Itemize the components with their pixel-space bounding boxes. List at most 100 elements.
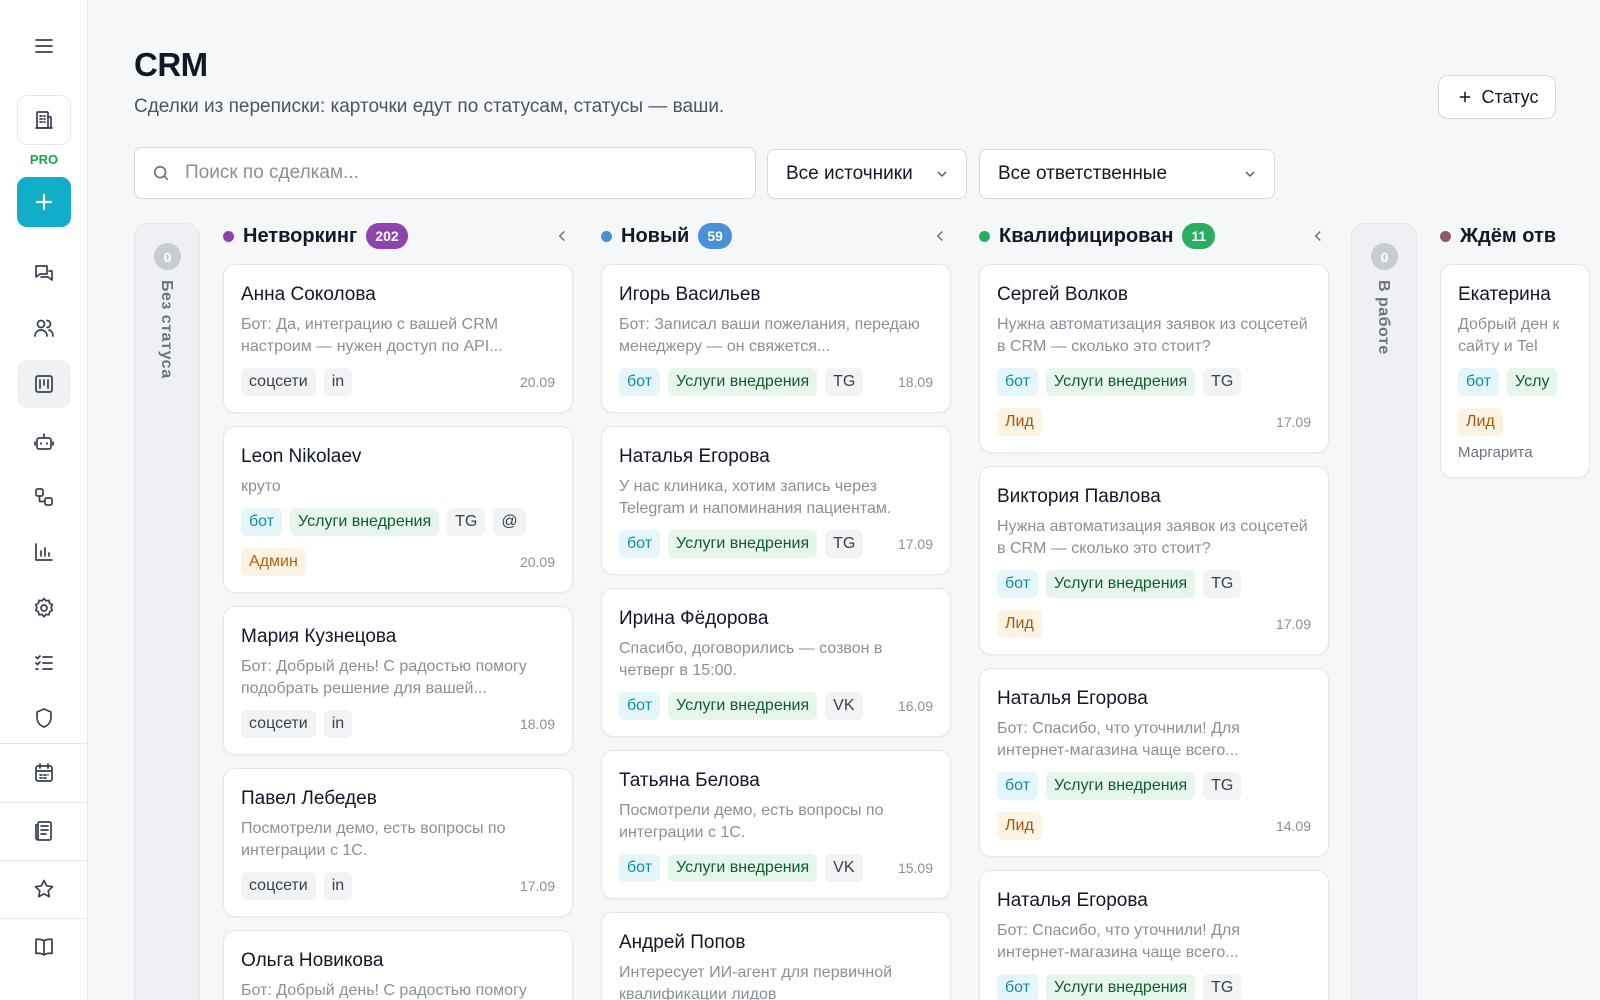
deal-tag: TG bbox=[1203, 974, 1242, 1000]
plus-icon bbox=[1456, 88, 1474, 106]
contacts-icon[interactable] bbox=[17, 304, 71, 352]
deal-tag: бот bbox=[619, 368, 661, 396]
deal-tag: бот bbox=[619, 530, 661, 558]
column-header: Новый 59 bbox=[601, 223, 951, 249]
page-title: CRM bbox=[134, 46, 208, 83]
deal-card[interactable]: Leon Nikolaev круто бот Услуги внедрения TG @… bbox=[223, 426, 573, 593]
deal-contact-name: Павел Лебедев bbox=[241, 788, 377, 809]
deal-tag: соцсети bbox=[241, 368, 316, 396]
column-count: 0 bbox=[1371, 243, 1398, 270]
deal-date: 14.09 bbox=[1275, 818, 1311, 834]
source-filter-value: Все источники bbox=[786, 163, 913, 184]
deal-card[interactable]: Екатерина Добрый ден к сайту и Tel бот Услу… bbox=[1440, 264, 1590, 478]
deal-tags: бот Услуги внедрения TG @ Админ 20.09 bbox=[241, 508, 555, 576]
deal-tag: Услуги внедрения bbox=[1046, 974, 1196, 1000]
collapsed-column-no-status[interactable]: 0 Без статуса bbox=[134, 223, 200, 1000]
deal-tag: in bbox=[323, 368, 353, 396]
settings-icon[interactable] bbox=[17, 584, 71, 632]
deal-tag: @ bbox=[493, 508, 526, 536]
shield-icon[interactable] bbox=[17, 694, 71, 742]
collapse-column-icon[interactable] bbox=[553, 227, 571, 245]
column-header: Квалифицирован 11 bbox=[979, 223, 1329, 249]
deal-contact-name: Андрей Попов bbox=[619, 932, 746, 953]
chevron-down-icon bbox=[934, 166, 950, 182]
deal-tag: TG bbox=[1203, 368, 1242, 396]
sidebar-divider bbox=[0, 743, 88, 744]
create-button[interactable] bbox=[17, 177, 71, 227]
chevron-down-icon bbox=[1242, 166, 1258, 182]
deal-date: 17.09 bbox=[1275, 616, 1311, 632]
star-icon[interactable] bbox=[17, 865, 71, 913]
deal-tags: бот Услуги внедрения VK 15.09 bbox=[619, 854, 933, 882]
deal-card[interactable]: Анна Соколова Бот: Да, интеграцию с вашей… bbox=[223, 264, 573, 413]
deal-role-tag: Лид bbox=[997, 408, 1042, 436]
tasks-icon[interactable] bbox=[17, 639, 71, 687]
search-input[interactable] bbox=[185, 162, 725, 184]
workspace-icon[interactable] bbox=[17, 95, 71, 145]
deal-tags: бот Услуги внедрения VK 16.09 bbox=[619, 692, 933, 720]
owner-filter[interactable]: Все ответственные bbox=[979, 149, 1275, 199]
sidebar-divider bbox=[0, 802, 88, 803]
deal-tag: Услуги внедрения bbox=[290, 508, 440, 536]
deal-tag: in bbox=[323, 710, 353, 738]
deal-role-tag: Админ bbox=[241, 548, 306, 576]
deal-card[interactable]: Андрей Попов Интересует ИИ-агент для перв… bbox=[601, 912, 951, 1000]
deal-contact-name: Виктория Павлова bbox=[997, 486, 1161, 507]
deal-card[interactable]: Татьяна Белова Посмотрели демо, есть вопр… bbox=[601, 750, 951, 899]
menu-icon[interactable] bbox=[17, 22, 71, 70]
deal-tag: Услуги внедрения bbox=[668, 692, 818, 720]
deal-tag: VK bbox=[825, 854, 863, 882]
source-filter[interactable]: Все источники bbox=[767, 149, 967, 199]
deal-tag: бот bbox=[619, 692, 661, 720]
deal-contact-name: Наталья Егорова bbox=[619, 446, 770, 467]
collapsed-column-in-progress[interactable]: 0 В работе bbox=[1351, 223, 1417, 1000]
deal-tags: соцсети in 18.09 bbox=[241, 710, 555, 738]
deal-tag: бот bbox=[997, 772, 1039, 800]
deal-tag: Услуги внедрения bbox=[668, 368, 818, 396]
deal-card[interactable]: Игорь Васильев Бот: Записал ваши пожелани… bbox=[601, 264, 951, 413]
deal-last-message: Бот: Спасибо, что уточнили! Для интернет… bbox=[997, 922, 1240, 961]
deal-contact-name: Анна Соколова bbox=[241, 284, 376, 305]
deal-tag: VK bbox=[825, 692, 863, 720]
collapse-column-icon[interactable] bbox=[1309, 227, 1327, 245]
column-label: В работе bbox=[1375, 280, 1392, 355]
deal-card[interactable]: Мария Кузнецова Бот: Добрый день! С радос… bbox=[223, 606, 573, 755]
kanban-column-networking: Нетворкинг 202 Анна Соколова Бот: Да, интег… bbox=[223, 223, 573, 1000]
status-dot bbox=[223, 230, 234, 242]
sidebar-divider bbox=[0, 918, 88, 919]
crm-board-icon[interactable] bbox=[17, 360, 71, 408]
deal-tag: TG bbox=[1203, 772, 1242, 800]
deal-role-tag: Лид bbox=[997, 610, 1042, 638]
column-title: Новый bbox=[621, 224, 690, 247]
deal-date: 15.09 bbox=[897, 860, 933, 876]
deal-card[interactable]: Наталья Егорова Бот: Спасибо, что уточнил… bbox=[979, 668, 1329, 857]
bot-icon[interactable] bbox=[17, 418, 71, 466]
book-icon[interactable] bbox=[17, 923, 71, 971]
knowledge-icon[interactable] bbox=[17, 807, 71, 855]
deal-tags: бот Услуги внедрения TG Лид 17.09 bbox=[997, 368, 1311, 436]
deal-card[interactable]: Наталья Егорова У нас клиника, хотим запи… bbox=[601, 426, 951, 575]
deal-tag: Услу bbox=[1507, 368, 1558, 396]
deal-date: 20.09 bbox=[519, 554, 555, 570]
chats-icon[interactable] bbox=[17, 249, 71, 297]
deal-card[interactable]: Ольга Новикова Бот: Добрый день! С радост… bbox=[223, 930, 573, 1000]
deal-card[interactable]: Павел Лебедев Посмотрели демо, есть вопро… bbox=[223, 768, 573, 917]
deal-tag: TG bbox=[825, 530, 864, 558]
analytics-icon[interactable] bbox=[17, 528, 71, 576]
workflow-icon[interactable] bbox=[17, 473, 71, 521]
deal-card[interactable]: Сергей Волков Нужна автоматизация заявок … bbox=[979, 264, 1329, 453]
column-title: Нетворкинг bbox=[243, 224, 358, 247]
deal-card[interactable]: Виктория Павлова Нужна автоматизация заяв… bbox=[979, 466, 1329, 655]
page-subtitle: Сделки из переписки: карточки едут по ст… bbox=[134, 96, 725, 117]
collapse-column-icon[interactable] bbox=[931, 227, 949, 245]
deal-card[interactable]: Ирина Фёдорова Спасибо, договорились — со… bbox=[601, 588, 951, 737]
deal-card[interactable]: Наталья Егорова Бот: Спасибо, что уточнил… bbox=[979, 870, 1329, 1000]
search-box bbox=[134, 147, 756, 199]
add-status-button[interactable]: Статус bbox=[1438, 75, 1556, 119]
column-count-badge: 11 bbox=[1182, 223, 1216, 249]
deal-tags: бот Услуги внедрения TG bbox=[997, 974, 1311, 1000]
deal-contact-name: Екатерина bbox=[1458, 284, 1551, 305]
calendar-icon[interactable] bbox=[17, 749, 71, 797]
deal-last-message: круто bbox=[241, 478, 281, 495]
deal-contact-name: Татьяна Белова bbox=[619, 770, 760, 791]
